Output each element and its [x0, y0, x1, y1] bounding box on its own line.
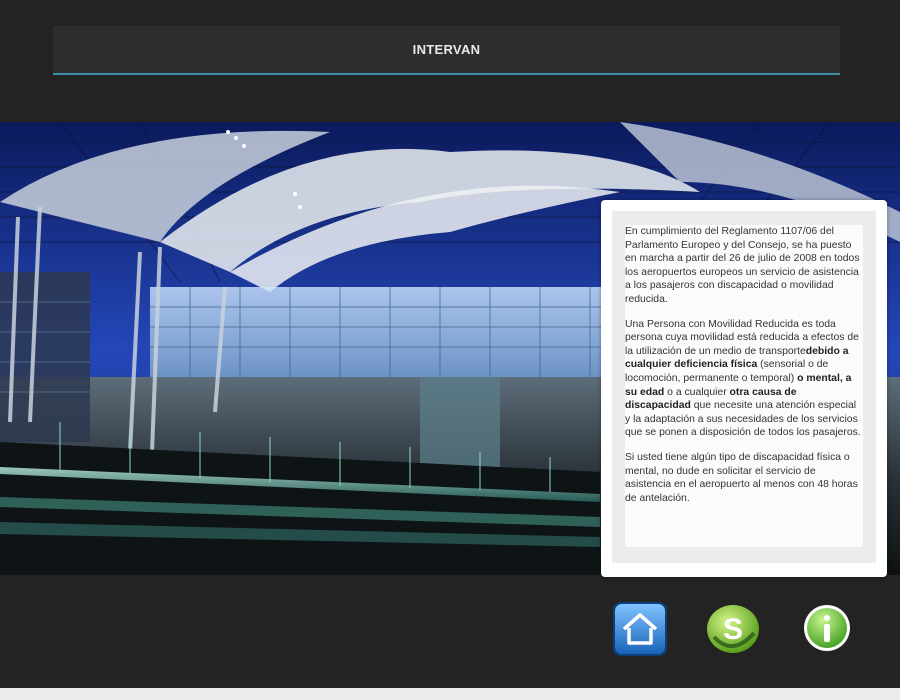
info-paragraph-regulation: En cumplimiento del Reglamento 1107/06 d… [625, 226, 860, 305]
page-title: INTERVAN [412, 42, 481, 57]
footer-strip [0, 688, 900, 700]
info-text-box: En cumplimiento del Reglamento 1107/06 d… [625, 225, 863, 547]
svg-text:S: S [723, 613, 743, 646]
skype-icon: S [707, 605, 759, 653]
app-page: INTERVAN En cumplimiento del Reglamento … [0, 0, 900, 700]
skype-button[interactable]: S [704, 601, 762, 657]
info-paragraph-request: Si usted tiene algún tipo de discapacida… [625, 451, 858, 504]
info-paragraph-definition: Una Persona con Movilidad Reducida es to… [625, 318, 863, 440]
home-icon [613, 602, 667, 656]
info-panel: En cumplimiento del Reglamento 1107/06 d… [601, 200, 887, 577]
info-button[interactable] [802, 603, 852, 653]
header-bar: INTERVAN [53, 26, 840, 75]
info-icon [804, 605, 850, 651]
definition-text-3: o a cualquier [664, 386, 730, 398]
home-button[interactable] [612, 601, 668, 657]
info-panel-frame: En cumplimiento del Reglamento 1107/06 d… [612, 211, 876, 563]
